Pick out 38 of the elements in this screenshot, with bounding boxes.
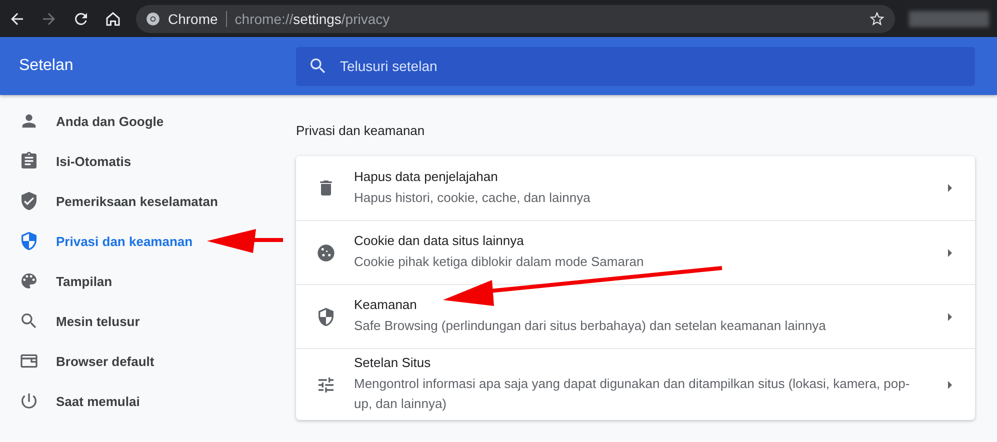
star-icon[interactable] [869, 10, 885, 26]
search-icon [19, 311, 39, 331]
row-description: Mengontrol informasi apa saja yang dapat digunakan dan ditampilkan situs (lokasi, kamera, pop-up, dan lainnya) [354, 375, 911, 413]
settings-row[interactable]: Hapus data penjelajahan Hapus histori, cookie, cache, dan lainnya [296, 156, 975, 220]
section-title: Privasi dan keamanan [296, 123, 426, 138]
row-title: Hapus data penjelajahan [354, 168, 499, 184]
sidebar-item[interactable]: Browser default [0, 341, 281, 381]
shield-check-icon [19, 191, 39, 211]
page-title: Setelan [19, 57, 74, 75]
site-label: Chrome [168, 10, 218, 26]
sidebar-item[interactable]: Privasi dan keamanan [0, 221, 281, 261]
url-text: chrome://settings/privacy [234, 10, 390, 26]
sidebar-item[interactable]: Tampilan [0, 261, 281, 301]
shield-icon [316, 306, 336, 326]
shield-icon [19, 231, 39, 251]
power-icon [19, 391, 39, 411]
home-icon[interactable] [104, 10, 122, 28]
palette-icon [19, 271, 39, 291]
cookie-icon [316, 242, 336, 262]
search-icon [308, 56, 328, 76]
sidebar-item[interactable]: Anda dan Google [0, 101, 281, 141]
chrome-logo-icon [146, 12, 160, 26]
sliders-icon [316, 374, 336, 394]
sidebar-item[interactable]: Isi-Otomatis [0, 141, 281, 181]
sidebar-item[interactable]: Saat memulai [0, 381, 281, 421]
settings-row[interactable]: Setelan Situs Mengontrol informasi apa saja yang dapat digunakan dan ditampilkan situs (lokasi, kamera, pop-up, dan lainnya) [296, 348, 975, 420]
sidebar-item[interactable]: Pemeriksaan keselamatan [0, 181, 281, 221]
row-description: Cookie pihak ketiga diblokir dalam mode Samaran [354, 253, 645, 271]
row-description: Safe Browsing (perlindungan dari situs berbahaya) dan setelan keamanan lainnya [354, 317, 827, 335]
row-title: Setelan Situs [354, 355, 432, 370]
row-title: Keamanan [354, 297, 418, 312]
sidebar-item[interactable]: Mesin telusur [0, 301, 281, 341]
row-description: Hapus histori, cookie, cache, dan lainnya [354, 188, 592, 207]
search-field[interactable]: Telusuri setelan [296, 46, 975, 86]
settings-row[interactable]: Cookie dan data situs lainnya Cookie pihak ketiga diblokir dalam mode Samaran [296, 220, 975, 284]
address-bar[interactable]: Chrome chrome://settings/privacy [136, 4, 895, 32]
clipboard-icon [19, 151, 39, 171]
row-title: Cookie dan data situs lainnya [354, 233, 525, 248]
